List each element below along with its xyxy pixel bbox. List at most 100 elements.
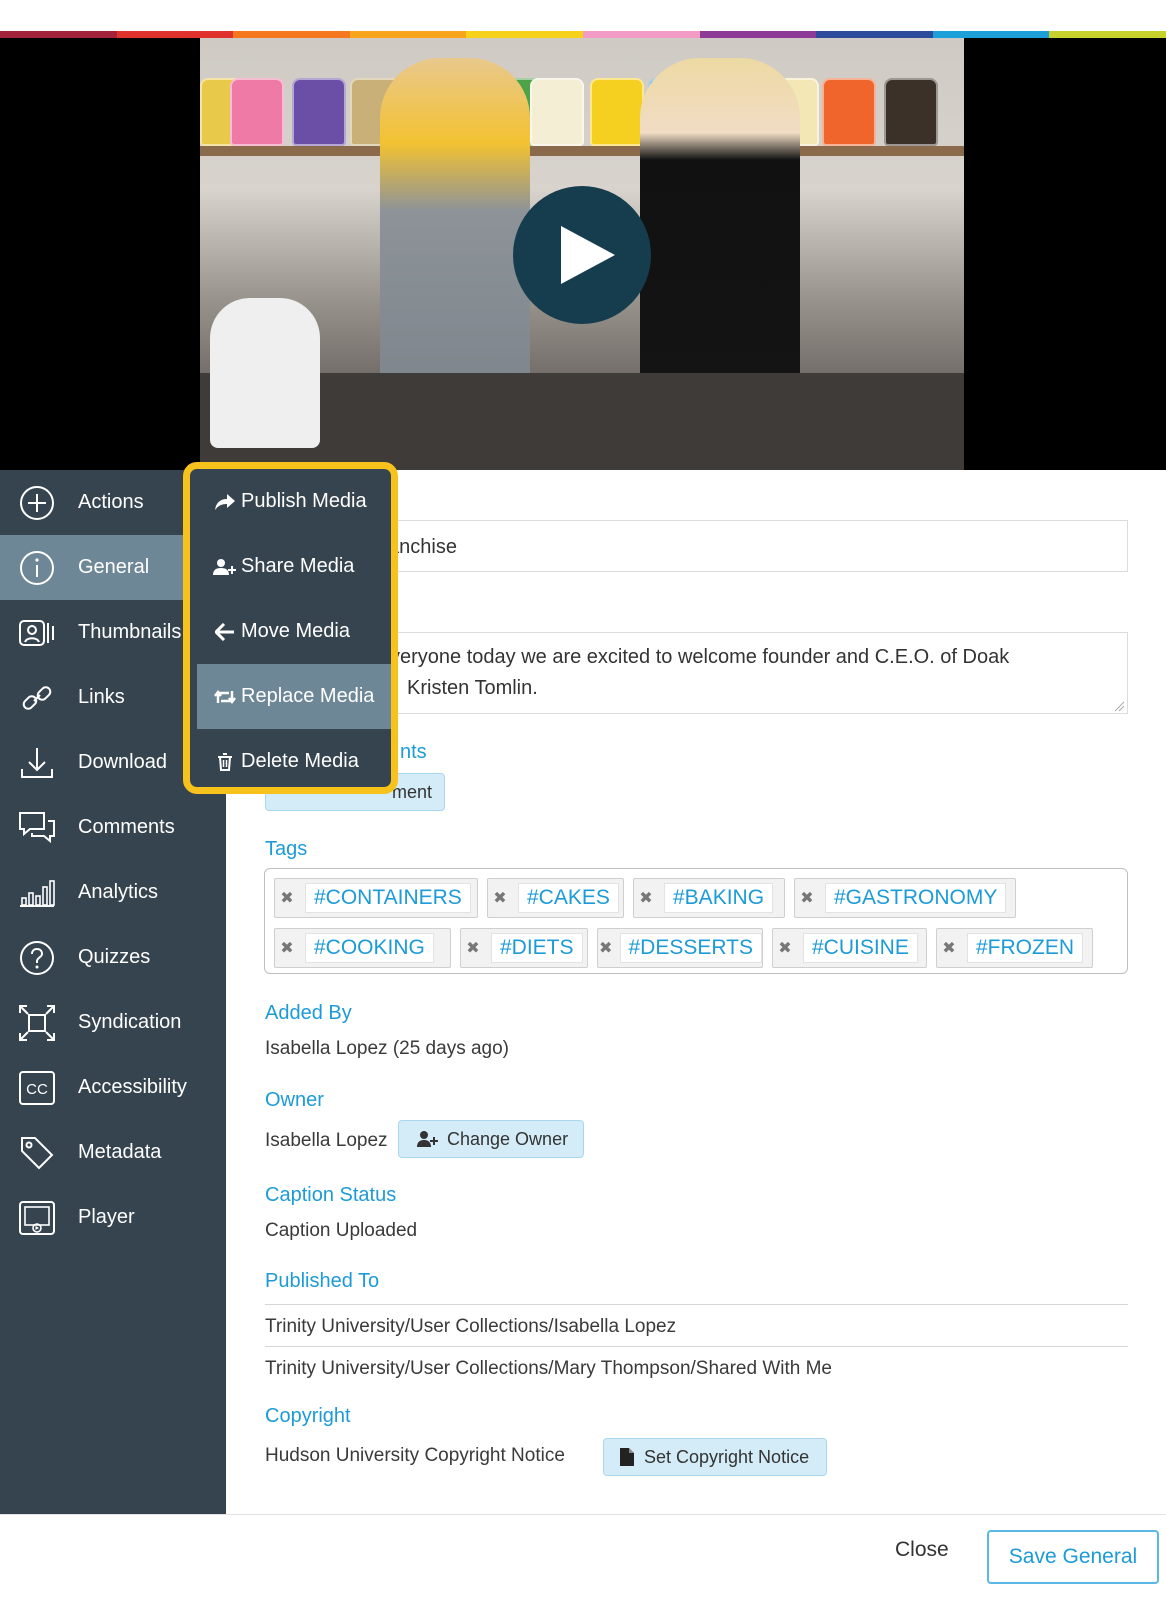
set-copyright-button[interactable]: Set Copyright Notice	[603, 1438, 827, 1476]
color-strip-segment	[932, 31, 1050, 38]
remove-tag-icon[interactable]: ✖	[634, 888, 658, 908]
close-button[interactable]: Close	[895, 1538, 949, 1562]
published-to-item: Trinity University/User Collections/Mary…	[265, 1358, 833, 1379]
file-icon	[620, 1448, 634, 1466]
remove-tag-icon[interactable]: ✖	[937, 938, 961, 958]
sidebar-item-syndication[interactable]: Syndication	[0, 990, 226, 1055]
resize-handle-icon[interactable]	[1113, 700, 1125, 712]
remove-tag-icon[interactable]: ✖	[795, 888, 819, 908]
remove-tag-icon[interactable]: ✖	[598, 938, 614, 958]
sidebar-item-label: Comments	[78, 816, 175, 838]
color-strip-segment	[1049, 31, 1166, 38]
plus-circle-icon	[18, 484, 56, 522]
tag-chip: ✖ #GASTRONOMY	[794, 878, 1016, 918]
description-line-1: veryone today we are excited to welcome …	[390, 646, 1010, 668]
sidebar-item-quizzes[interactable]: Quizzes	[0, 925, 226, 990]
tag-label: #CUISINE	[803, 933, 918, 963]
thumbnails-icon	[18, 614, 56, 652]
menu-item-publish-media[interactable]: Publish Media	[197, 469, 391, 534]
tag-chip: ✖ #CAKES	[487, 878, 624, 918]
menu-item-delete-media[interactable]: Delete Media	[197, 729, 391, 794]
tag-label: #BAKING	[664, 883, 774, 913]
question-circle-icon	[18, 939, 56, 977]
svg-text:CC: CC	[26, 1081, 48, 1098]
save-general-button[interactable]: Save General	[987, 1530, 1159, 1584]
remove-tag-icon[interactable]: ✖	[275, 938, 299, 958]
tag-label: #FROZEN	[967, 933, 1084, 963]
menu-item-label: Publish Media	[241, 490, 367, 512]
owner-label: Owner	[265, 1089, 324, 1111]
published-to-item: Trinity University/User Collections/Isab…	[265, 1316, 677, 1337]
description-textarea[interactable]	[362, 632, 1128, 714]
person-right	[640, 58, 800, 398]
tag-chip: ✖ #DESSERTS	[597, 928, 763, 968]
link-icon	[18, 679, 56, 717]
tag-chip: ✖ #COOKING	[274, 928, 451, 968]
actions-menu: Publish Media Share Media Move Media Rep…	[183, 462, 398, 794]
change-owner-button[interactable]: Change Owner	[398, 1120, 584, 1158]
menu-item-move-media[interactable]: Move Media	[197, 599, 391, 664]
divider	[265, 1304, 1128, 1305]
tag-icon	[18, 1134, 56, 1172]
color-strip-segment	[582, 31, 700, 38]
added-by-label: Added By	[265, 1002, 352, 1024]
sidebar-item-label: Actions	[78, 491, 144, 513]
comments-icon	[18, 809, 56, 847]
set-copyright-label: Set Copyright Notice	[644, 1446, 810, 1467]
sidebar-item-label: Syndication	[78, 1011, 182, 1033]
tags-label: Tags	[265, 838, 308, 860]
tag-label: #GASTRONOMY	[825, 883, 1007, 913]
menu-item-label: Move Media	[241, 620, 350, 642]
menu-item-label: Replace Media	[241, 685, 375, 707]
sidebar-item-label: Links	[78, 686, 125, 708]
user-plus-icon	[417, 1130, 439, 1148]
retweet-icon	[211, 688, 239, 706]
color-strip-segment	[116, 31, 234, 38]
caption-status-value: Caption Uploaded	[265, 1220, 418, 1241]
owner-value: Isabella Lopez	[265, 1130, 388, 1151]
sidebar-item-player[interactable]: Player	[0, 1185, 226, 1250]
sidebar-item-label: General	[78, 556, 150, 578]
video-player[interactable]	[0, 38, 1166, 470]
tag-chip: ✖ #CONTAINERS	[274, 878, 478, 918]
menu-item-share-media[interactable]: Share Media	[197, 534, 391, 599]
copyright-value: Hudson University Copyright Notice	[265, 1445, 565, 1466]
sidebar-item-analytics[interactable]: Analytics	[0, 860, 226, 925]
remove-tag-icon[interactable]: ✖	[461, 938, 485, 958]
published-to-label: Published To	[265, 1270, 380, 1292]
change-owner-label: Change Owner	[447, 1128, 569, 1149]
sidebar-item-metadata[interactable]: Metadata	[0, 1120, 226, 1185]
remove-tag-icon[interactable]: ✖	[275, 888, 299, 908]
player-icon	[18, 1199, 56, 1237]
play-button[interactable]	[513, 186, 651, 324]
download-icon	[18, 744, 56, 782]
tag-chip: ✖ #DIETS	[460, 928, 588, 968]
brand-color-strip	[0, 31, 1166, 38]
play-icon	[561, 226, 615, 284]
jar	[292, 78, 346, 146]
tag-label: #DESSERTS	[619, 933, 762, 963]
menu-item-replace-media[interactable]: Replace Media	[197, 664, 391, 729]
sidebar-item-label: Analytics	[78, 881, 159, 903]
title-input[interactable]	[362, 520, 1128, 572]
tag-label: #CAKES	[518, 883, 619, 913]
added-by-value: Isabella Lopez (25 days ago)	[265, 1038, 509, 1059]
remove-tag-icon[interactable]: ✖	[773, 938, 797, 958]
remove-tag-icon[interactable]: ✖	[488, 888, 512, 908]
jar	[590, 78, 644, 146]
color-strip-segment	[233, 31, 350, 38]
person-left	[380, 58, 530, 398]
jar	[884, 78, 938, 146]
user-plus-icon	[211, 558, 239, 576]
tag-chip: ✖ #CUISINE	[772, 928, 927, 968]
tag-chip: ✖ #FROZEN	[936, 928, 1093, 968]
color-strip-segment	[466, 31, 583, 38]
sidebar-item-accessibility[interactable]: CC Accessibility	[0, 1055, 226, 1120]
footer-divider	[0, 1514, 1166, 1515]
divider	[265, 1346, 1128, 1347]
sidebar-item-comments[interactable]: Comments	[0, 795, 226, 860]
tags-input[interactable]: ✖ #CONTAINERS ✖ #CAKES ✖ #BAKING ✖ #GASTRONO…	[264, 868, 1128, 974]
cc-icon: CC	[18, 1069, 56, 1107]
sidebar-item-label: Metadata	[78, 1141, 162, 1163]
color-strip-segment	[0, 31, 117, 38]
